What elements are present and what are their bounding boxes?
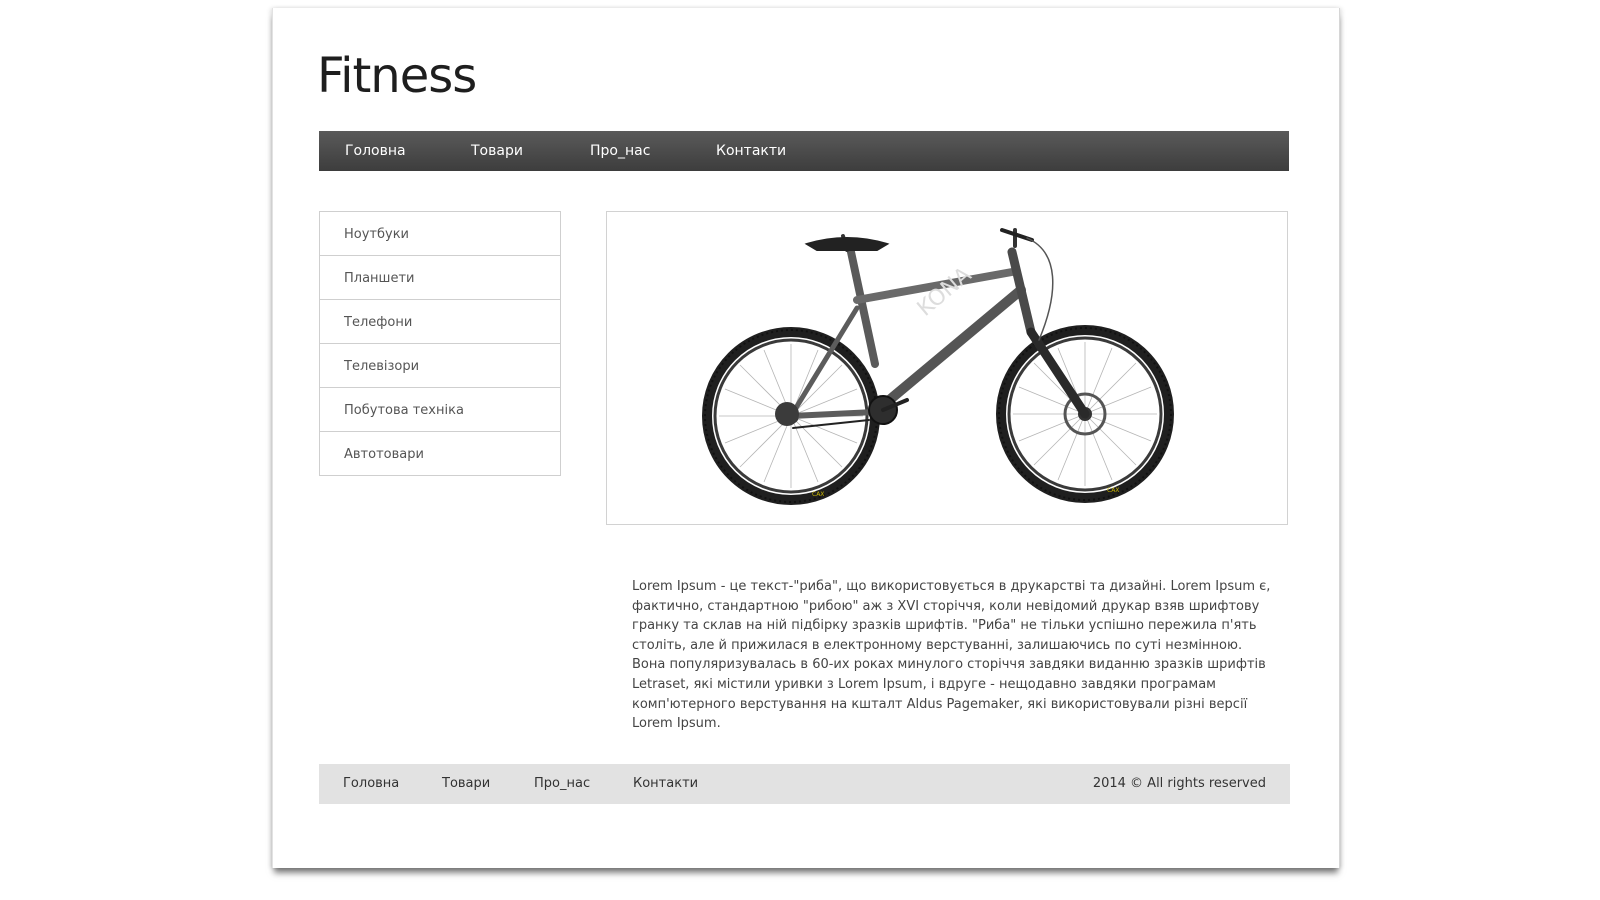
category-sidebar: Ноутбуки Планшети Телефони Телевізори По…	[319, 211, 561, 476]
nav-products[interactable]: Товари	[471, 131, 523, 171]
mountain-bike-image: CAX CAX KONA	[702, 228, 1174, 505]
nav-contacts[interactable]: Контакти	[716, 131, 786, 171]
svg-text:CAX: CAX	[1107, 487, 1119, 494]
page-container: Fitness Головна Товари Про_нас Контакти …	[272, 8, 1340, 868]
product-image-frame: CAX CAX KONA	[606, 211, 1288, 525]
product-description: Lorem Ipsum - це текст-"риба", що викори…	[632, 579, 1271, 732]
site-logo[interactable]: Fitness	[317, 46, 477, 106]
nav-home[interactable]: Головна	[345, 131, 406, 171]
sidebar-item-phones[interactable]: Телефони	[320, 300, 560, 344]
sidebar-item-tablets[interactable]: Планшети	[320, 256, 560, 300]
footer-link-products[interactable]: Товари	[442, 764, 490, 804]
sidebar-item-tvs[interactable]: Телевізори	[320, 344, 560, 388]
sidebar-item-appliances[interactable]: Побутова техніка	[320, 388, 560, 432]
bike-frame: KONA	[775, 228, 1090, 429]
nav-about[interactable]: Про_нас	[590, 131, 650, 171]
copyright-text: 2014 © All rights reserved	[1092, 776, 1266, 791]
footer-link-about[interactable]: Про_нас	[534, 764, 590, 804]
sidebar-item-laptops[interactable]: Ноутбуки	[320, 212, 560, 256]
sidebar-item-auto[interactable]: Автотовари	[320, 432, 560, 476]
site-footer: Головна Товари Про_нас Контакти 2014 © A…	[319, 764, 1290, 804]
footer-link-contacts[interactable]: Контакти	[633, 764, 698, 804]
footer-link-home[interactable]: Головна	[343, 764, 399, 804]
top-navigation: Головна Товари Про_нас Контакти	[319, 131, 1289, 171]
svg-text:CAX: CAX	[812, 491, 824, 498]
